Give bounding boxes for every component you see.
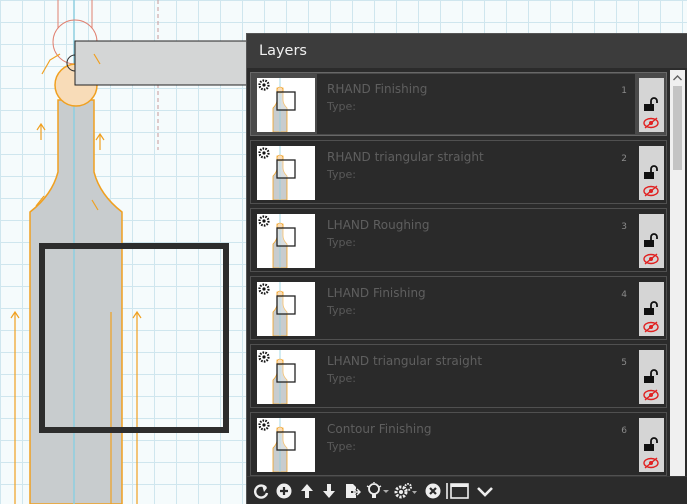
layer-name: LHAND Roughing: [327, 218, 430, 232]
gear-icon: [258, 351, 270, 363]
layer-thumbnail[interactable]: [257, 418, 315, 472]
layer-thumbnail[interactable]: [257, 214, 315, 268]
layer-info[interactable]: LHAND Finishing Type: 4: [317, 278, 635, 338]
layer-thumbnail[interactable]: [257, 146, 315, 200]
layer-number: 3: [621, 222, 627, 232]
move-down-icon[interactable]: [320, 482, 338, 500]
gear-icon: [258, 79, 270, 91]
layer-thumbnail-drawing: [258, 282, 296, 336]
layer-name: RHAND Finishing: [327, 82, 428, 96]
layer-type-label: Type:: [327, 168, 356, 181]
layer-type-label: Type:: [327, 372, 356, 385]
layer-type-label: Type:: [327, 440, 356, 453]
layer-number: 1: [621, 86, 627, 96]
layer-list: RHAND Finishing Type: 1 RHAND triangular…: [250, 70, 667, 504]
layer-number: 5: [621, 358, 627, 368]
layer-controls: [639, 78, 664, 132]
unlock-icon[interactable]: [643, 96, 659, 111]
layer-thumbnail[interactable]: [257, 78, 315, 132]
scroll-up-button[interactable]: [670, 70, 685, 84]
layer-controls: [639, 350, 664, 404]
layer-controls: [639, 282, 664, 336]
layer-info[interactable]: LHAND triangular straight Type: 5: [317, 346, 635, 406]
layer-controls: [639, 214, 664, 268]
layer-info[interactable]: LHAND Roughing Type: 3: [317, 210, 635, 270]
layer-info[interactable]: RHAND triangular straight Type: 2: [317, 142, 635, 202]
gear-icon: [258, 215, 270, 227]
layer-row[interactable]: LHAND Finishing Type: 4: [250, 276, 667, 340]
export-icon[interactable]: [343, 482, 361, 500]
layer-name: LHAND Finishing: [327, 286, 426, 300]
gears-icon[interactable]: [394, 482, 418, 500]
unlock-icon[interactable]: [643, 164, 659, 179]
unlock-icon[interactable]: [643, 300, 659, 315]
eye-hidden-icon[interactable]: [643, 386, 659, 401]
layer-name: Contour Finishing: [327, 422, 432, 436]
move-up-icon[interactable]: [298, 482, 316, 500]
layers-panel: Layers RHAND Finishing Type: 1 RHAND tri…: [246, 33, 687, 504]
add-icon[interactable]: [275, 482, 293, 500]
layer-name: LHAND triangular straight: [327, 354, 483, 368]
gear-icon: [258, 419, 270, 431]
scroll-thumb[interactable]: [673, 86, 682, 170]
leader-box: [74, 40, 256, 86]
layer-number: 2: [621, 154, 627, 164]
layer-thumbnail-drawing: [258, 78, 296, 132]
layer-thumbnail[interactable]: [257, 282, 315, 336]
layer-thumbnail[interactable]: [257, 350, 315, 404]
layer-controls: [639, 418, 664, 472]
layer-type-label: Type:: [327, 304, 356, 317]
eye-hidden-icon[interactable]: [643, 454, 659, 469]
unlock-icon[interactable]: [643, 232, 659, 247]
chevron-down-icon[interactable]: [476, 482, 494, 500]
layer-row[interactable]: LHAND triangular straight Type: 5: [250, 344, 667, 408]
layer-row[interactable]: Contour Finishing Type: 6: [250, 412, 667, 476]
unlock-icon[interactable]: [643, 436, 659, 451]
layer-thumbnail-drawing: [258, 214, 296, 268]
layer-type-label: Type:: [327, 100, 356, 113]
layer-thumbnail-drawing: [258, 146, 296, 200]
layer-name: RHAND triangular straight: [327, 150, 484, 164]
window-icon[interactable]: [446, 482, 470, 500]
delete-icon[interactable]: [424, 482, 442, 500]
eye-hidden-icon[interactable]: [643, 318, 659, 333]
layer-info[interactable]: RHAND Finishing Type: 1: [317, 74, 635, 134]
layer-number: 4: [621, 290, 627, 300]
layer-row[interactable]: LHAND Roughing Type: 3: [250, 208, 667, 272]
layer-row[interactable]: RHAND triangular straight Type: 2: [250, 140, 667, 204]
panel-title[interactable]: Layers: [247, 34, 687, 68]
unlock-icon[interactable]: [643, 368, 659, 383]
gear-icon: [258, 283, 270, 295]
layer-controls: [639, 146, 664, 200]
layer-thumbnail-drawing: [258, 418, 296, 472]
layer-thumbnail-drawing: [258, 350, 296, 404]
layer-type-label: Type:: [327, 236, 356, 249]
gear-icon: [258, 147, 270, 159]
layers-toolbar: [247, 476, 687, 504]
eye-hidden-icon[interactable]: [643, 114, 659, 129]
eye-hidden-icon[interactable]: [643, 182, 659, 197]
layer-row[interactable]: RHAND Finishing Type: 1: [250, 72, 667, 136]
layer-number: 6: [621, 426, 627, 436]
refresh-icon[interactable]: [252, 482, 270, 500]
eye-hidden-icon[interactable]: [643, 250, 659, 265]
scrollbar[interactable]: [670, 70, 685, 504]
layer-info[interactable]: Contour Finishing Type: 6: [317, 414, 635, 474]
bulb-icon[interactable]: [366, 482, 390, 500]
